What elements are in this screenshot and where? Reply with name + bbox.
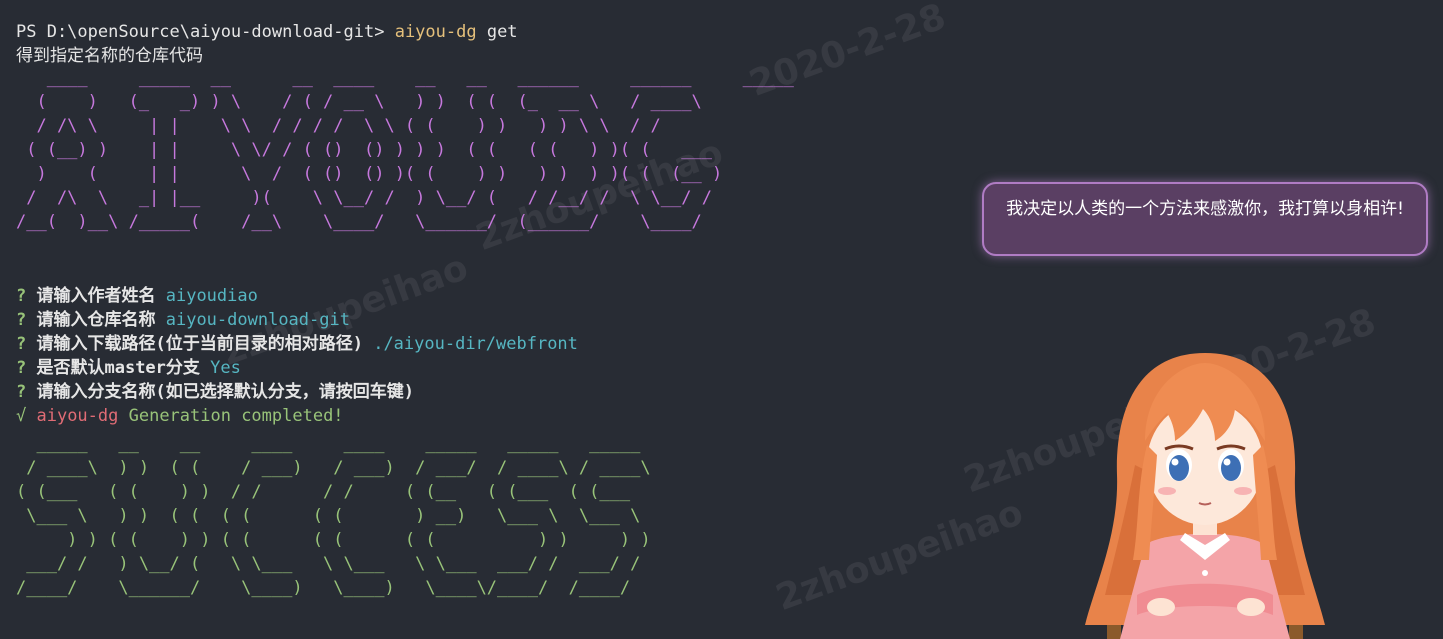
- command-argument: get: [476, 22, 518, 42]
- completion-message: √ aiyou-dg Generation completed!: [16, 404, 578, 428]
- ascii-logo-aiyou-dg: ____ _____ __ __ ____ __ __ ______ _____…: [16, 68, 794, 232]
- prompt-list: ? 请输入作者姓名 aiyoudiao ? 请输入仓库名称 aiyou-down…: [16, 284, 578, 428]
- command-line: PS D:\openSource\aiyou-download-git> aiy…: [16, 20, 518, 44]
- completion-tool-name: aiyou-dg: [26, 406, 119, 426]
- check-icon: √: [16, 406, 27, 426]
- command-description: 得到指定名称的仓库代码: [16, 46, 203, 66]
- shell-prompt: PS D:\openSource\aiyou-download-git>: [16, 22, 395, 42]
- speech-bubble: 我决定以人类的一个方法来感激你，我打算以身相许!: [982, 182, 1428, 256]
- question-answer: aiyoudiao: [165, 286, 258, 306]
- question-mark: ?: [16, 334, 27, 354]
- question-text: 请输入仓库名称: [26, 310, 166, 330]
- prompt-download-path: ? 请输入下载路径(位于当前目录的相对路径) ./aiyou-dir/webfr…: [16, 332, 578, 356]
- prompt-repo-name: ? 请输入仓库名称 aiyou-download-git: [16, 308, 578, 332]
- anime-girl-mascot: [1085, 353, 1325, 639]
- question-answer: Yes: [210, 358, 241, 378]
- completion-text: Generation completed!: [118, 406, 344, 426]
- question-answer: ./aiyou-dir/webfront: [373, 334, 578, 354]
- question-mark: ?: [16, 382, 27, 402]
- ascii-success-banner: _____ __ __ ____ ____ _____ _____ _____ …: [16, 434, 651, 598]
- terminal-window[interactable]: 2020-2-28 2zhoupeihao 2zhoupeihao 2020-2…: [0, 0, 1443, 639]
- question-text: 是否默认master分支: [26, 358, 211, 378]
- question-text: 请输入下载路径(位于当前目录的相对路径): [26, 334, 374, 354]
- question-mark: ?: [16, 310, 27, 330]
- question-text: 请输入作者姓名: [26, 286, 166, 306]
- question-answer: aiyou-download-git: [165, 310, 350, 330]
- prompt-default-branch: ? 是否默认master分支 Yes: [16, 356, 578, 380]
- prompt-branch-name: ? 请输入分支名称(如已选择默认分支，请按回车键): [16, 380, 578, 404]
- prompt-author-name: ? 请输入作者姓名 aiyoudiao: [16, 284, 578, 308]
- watermark: 2zhoupeihao: [770, 491, 1029, 620]
- question-text: 请输入分支名称(如已选择默认分支，请按回车键): [26, 382, 414, 402]
- question-mark: ?: [16, 286, 27, 306]
- command-name: aiyou-dg: [394, 22, 477, 42]
- question-mark: ?: [16, 358, 27, 378]
